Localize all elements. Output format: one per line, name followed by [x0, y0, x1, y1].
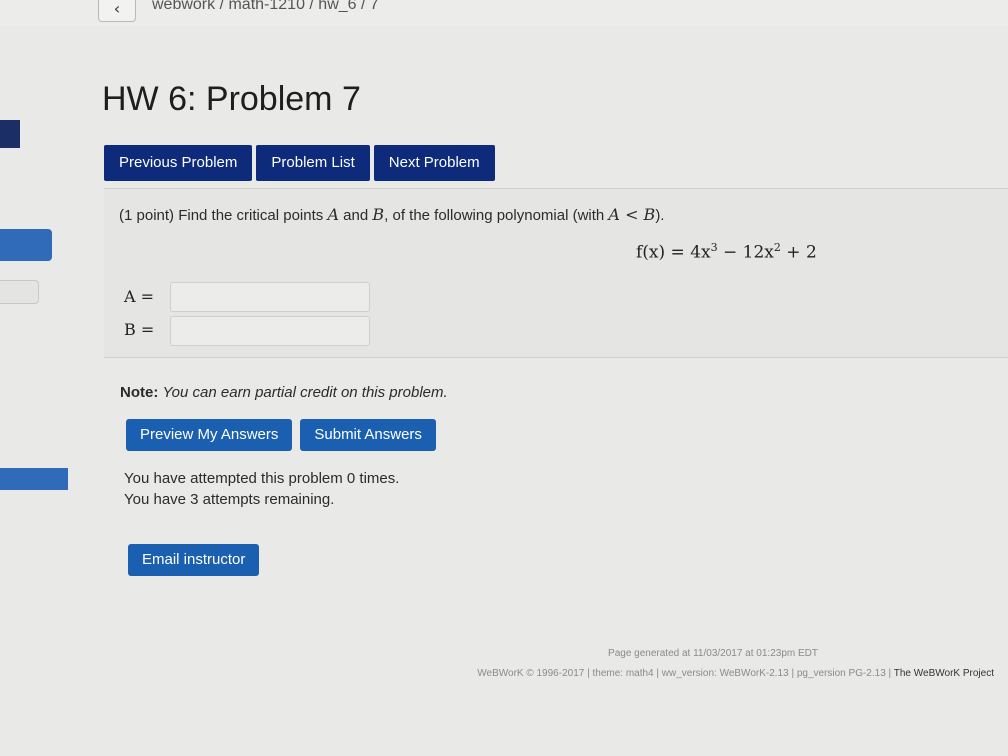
sidebar-item[interactable]: [0, 120, 20, 148]
breadcrumb: webwork / math-1210 / hw_6 / 7: [152, 0, 379, 13]
back-button[interactable]: ‹: [98, 0, 136, 22]
attempts-remaining: You have 3 attempts remaining.: [124, 491, 335, 508]
problem-body: (1 point) Find the critical points A and…: [104, 188, 1008, 358]
note-text: You can earn partial credit on this prob…: [162, 384, 448, 401]
email-instructor-button[interactable]: Email instructor: [128, 544, 260, 576]
previous-problem-button[interactable]: Previous Problem: [104, 145, 253, 181]
answer-b-label: B =: [124, 320, 155, 339]
problem-navigation: Previous Problem Problem List Next Probl…: [104, 145, 495, 181]
attempts-info: You have attempted this problem 0 times.…: [124, 468, 399, 510]
submit-answers-button[interactable]: Submit Answers: [300, 419, 436, 451]
answer-actions: Preview My Answers Submit Answers: [126, 419, 436, 451]
formula-tail: + 2: [780, 242, 817, 263]
problem-points-text: (1 point) Find the critical points: [119, 207, 324, 224]
statement-close: ).: [655, 207, 665, 224]
polynomial-formula: f(x) = 4x3 − 12x2 + 2: [636, 241, 817, 263]
formula-exponent-1: 3: [710, 241, 718, 254]
and-text: and: [343, 207, 369, 224]
page-title: HW 6: Problem 7: [102, 80, 361, 118]
attempts-count: You have attempted this problem 0 times.: [124, 470, 400, 487]
formula-middle: − 12x: [717, 242, 774, 263]
sidebar-item[interactable]: [0, 468, 68, 490]
footer-copyright: WeBWorK © 1996-2017 | theme: math4 | ww_…: [477, 668, 994, 679]
chevron-left-icon: ‹: [113, 0, 121, 18]
condition-text: A < B: [608, 205, 656, 224]
copyright-text: WeBWorK © 1996-2017 | theme: math4 | ww_…: [477, 668, 892, 679]
problem-statement: (1 point) Find the critical points A and…: [119, 205, 664, 224]
formula-lhs: f(x) = 4x: [636, 242, 711, 263]
variable-a: A: [327, 205, 339, 224]
statement-rest: , of the following polynomial (with: [384, 207, 605, 224]
top-bar: ‹ webwork / math-1210 / hw_6 / 7: [0, 0, 1008, 26]
page-generated-text: Page generated at 11/03/2017 at 01:23pm …: [608, 648, 818, 659]
webwork-project-link[interactable]: The WeBWorK Project: [894, 668, 994, 679]
sidebar-item[interactable]: [0, 280, 39, 304]
partial-credit-note: Note: You can earn partial credit on thi…: [120, 384, 448, 401]
preview-answers-button[interactable]: Preview My Answers: [126, 419, 293, 451]
answer-b-input[interactable]: [170, 316, 370, 346]
answer-a-input[interactable]: [170, 282, 370, 312]
variable-b: B: [372, 205, 385, 224]
formula-exponent-2: 2: [773, 241, 781, 254]
answer-a-label: A =: [124, 287, 155, 306]
note-label: Note:: [120, 384, 159, 401]
problem-list-button[interactable]: Problem List: [256, 145, 370, 181]
next-problem-button[interactable]: Next Problem: [373, 145, 495, 181]
sidebar-item-active[interactable]: [0, 229, 52, 261]
